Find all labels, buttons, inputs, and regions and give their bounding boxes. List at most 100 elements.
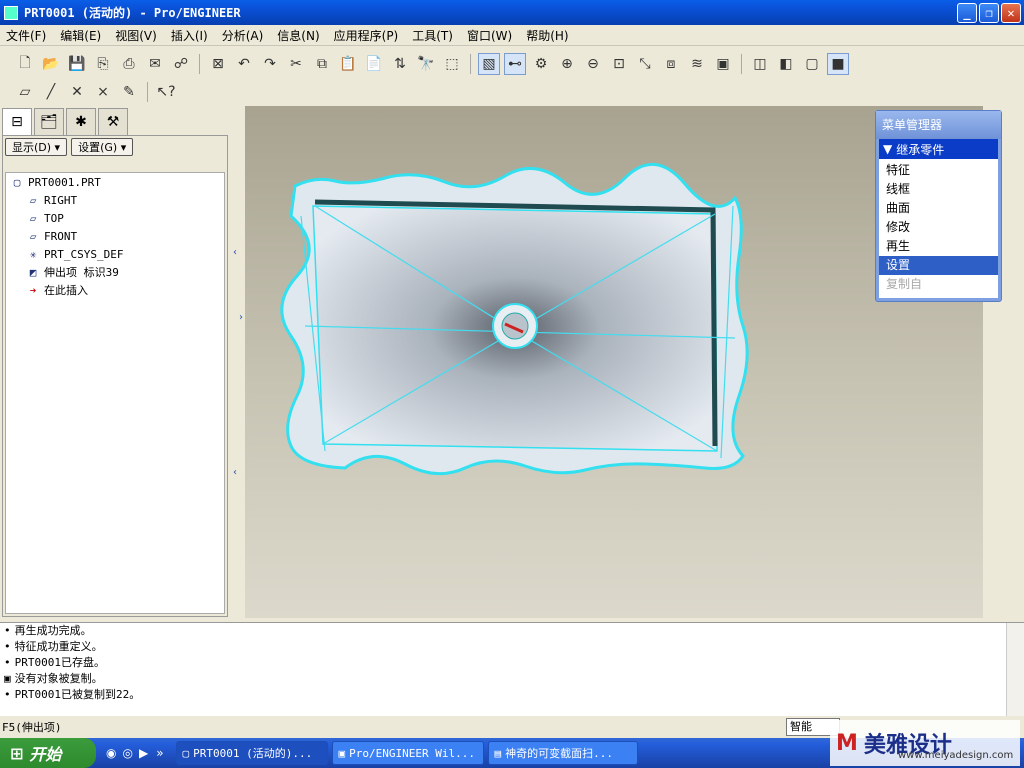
regenerate-icon[interactable]: ⇅ [389,53,411,75]
paste-special-icon[interactable]: 📄 [363,53,385,75]
tree-item-part[interactable]: ▢ PRT0001.PRT [6,173,224,191]
status-text: F5(伸出项) [2,721,62,734]
menu-analysis[interactable]: 分析(A) [222,27,264,44]
datum-toolbar: ▱ ╱ ✕ ⨯ ✎ ↖? [0,78,240,106]
message-text: 没有对象被复制。 [14,672,103,685]
menu-item-regenerate[interactable]: 再生 [879,237,998,256]
document-icon: ▤ [494,746,502,760]
wireframe-icon[interactable]: ◫ [749,53,771,75]
mail-icon[interactable]: ✉ [144,53,166,75]
new-file-icon[interactable]: 🗋 [14,53,36,75]
favorites-tab[interactable]: ✱ [66,108,96,135]
saved-views-icon[interactable]: ⧈ [660,53,682,75]
csys-display-icon[interactable]: ⨯ [92,81,114,103]
tree-item-insert-here[interactable]: ➔ 在此插入 [6,281,224,299]
menu-applications[interactable]: 应用程序(P) [334,27,399,44]
orient-mode-icon[interactable]: ⚙ [530,53,552,75]
tree-item-top[interactable]: ▱ TOP [6,209,224,227]
annotation-display-icon[interactable]: ✎ [118,81,140,103]
zoom-in-icon[interactable]: ⊕ [556,53,578,75]
menu-item-surface[interactable]: 曲面 [879,199,998,218]
connections-tab[interactable]: ⚒ [98,108,128,135]
zoom-out-icon[interactable]: ⊖ [582,53,604,75]
settings-dropdown[interactable]: 设置(G) ▾ [71,138,134,156]
view-manager-icon[interactable]: ▣ [712,53,734,75]
menu-insert[interactable]: 插入(I) [171,27,208,44]
svg-text:‹: ‹ [233,247,237,258]
cut-icon[interactable]: ✂ [285,53,307,75]
menu-manager-header[interactable]: ▼ 继承零件 [879,139,998,159]
menu-file[interactable]: 文件(F) [6,27,46,44]
maximize-button[interactable]: ❐ [979,3,999,23]
close-button[interactable]: ✕ [1001,3,1021,23]
paste-icon[interactable]: 📋 [337,53,359,75]
repaint-icon[interactable]: ▧ [478,53,500,75]
tree-item-csys[interactable]: ✳ PRT_CSYS_DEF [6,245,224,263]
tree-item-right[interactable]: ▱ RIGHT [6,191,224,209]
menu-help[interactable]: 帮助(H) [526,27,568,44]
layers-icon[interactable]: ≋ [686,53,708,75]
menu-manager: 菜单管理器 ▼ 继承零件 特征 线框 曲面 修改 再生 设置 复制自 [875,110,1002,302]
quicklaunch-more-icon[interactable]: » [156,746,163,760]
taskbar-button-proe[interactable]: ▣ Pro/ENGINEER Wil... [331,741,484,765]
shading-icon[interactable]: ■ [827,53,849,75]
menu-tools[interactable]: 工具(T) [412,27,453,44]
favorites-icon: ✱ [75,114,87,130]
taskbar-button-doc[interactable]: ▤ 神奇的可变截面扫... [487,741,638,765]
open-folder-icon[interactable]: 📂 [40,53,62,75]
quicklaunch-browser-icon[interactable]: ◉ [106,746,116,760]
tree-item-front[interactable]: ▱ FRONT [6,227,224,245]
hidden-line-icon[interactable]: ◧ [775,53,797,75]
message-scrollbar[interactable] [1006,623,1024,717]
tree-item-extrude[interactable]: ◩ 伸出项 标识39 [6,263,224,281]
quicklaunch-media-icon[interactable]: ◎ [122,746,132,760]
save-icon[interactable]: 💾 [66,53,88,75]
message-bullet: • [4,688,11,701]
message-bullet: ▣ [4,672,11,685]
redo-icon[interactable]: ↷ [259,53,281,75]
find-icon[interactable]: 🔭 [415,53,437,75]
menu-window[interactable]: 窗口(W) [467,27,512,44]
datum-axis-display-icon[interactable]: ╱ [40,81,62,103]
show-label: 显示(D) [12,141,52,154]
start-button[interactable]: ⊞ 开始 [0,738,96,768]
menu-edit[interactable]: 编辑(E) [60,27,101,44]
spin-center-icon[interactable]: ⊷ [504,53,526,75]
refit-icon[interactable]: ⊡ [608,53,630,75]
quicklaunch-player-icon[interactable]: ▶ [139,746,148,760]
datum-plane-display-icon[interactable]: ▱ [14,81,36,103]
model-tree-tab[interactable]: ⊟ [2,108,32,135]
reorient-icon[interactable]: ⤡ [634,53,656,75]
model-tree-panel: 显示(D) ▾ 设置(G) ▾ ▢ PRT0001.PRT ▱ RIGHT ▱ TOP… [2,135,228,617]
send-icon[interactable]: ☍ [170,53,192,75]
menu-info[interactable]: 信息(N) [277,27,319,44]
menu-item-setup[interactable]: 设置 [879,256,998,275]
message-line: • PRT0001已被复制到22。 [0,687,1024,703]
save-copy-icon[interactable]: ⎘ [92,53,114,75]
toolbar-separator [199,54,200,74]
menu-view[interactable]: 视图(V) [115,27,157,44]
message-line: • 特征成功重定义。 [0,639,1024,655]
part-icon: ▢ [13,175,21,189]
minimize-button[interactable]: _ [957,3,977,23]
undo-icon[interactable]: ↶ [233,53,255,75]
graphics-window[interactable] [245,106,983,618]
start-label: 开始 [29,745,62,764]
datum-plane-icon: ▱ [29,193,37,207]
menu-item-wireframe[interactable]: 线框 [879,180,998,199]
context-help-icon[interactable]: ↖? [155,81,177,103]
show-dropdown[interactable]: 显示(D) ▾ [5,138,68,156]
select-box-icon[interactable]: ⬚ [441,53,463,75]
menu-item-feature[interactable]: 特征 [879,161,998,180]
taskbar-button-prt[interactable]: ▢ PRT0001 (活动的)... [175,741,328,765]
panel-splitter[interactable]: ‹ › ‹ [231,105,245,618]
copy-icon[interactable]: ⧉ [311,53,333,75]
message-text: PRT0001已存盘。 [14,656,105,669]
print-icon[interactable]: ⎙ [118,53,140,75]
no-hidden-icon[interactable]: ▢ [801,53,823,75]
datum-point-display-icon[interactable]: ✕ [66,81,88,103]
folder-browser-tab[interactable]: 🗂 [34,108,64,135]
settings-label: 设置(G) [78,141,118,154]
close-window-icon[interactable]: ⊠ [207,53,229,75]
menu-item-modify[interactable]: 修改 [879,218,998,237]
